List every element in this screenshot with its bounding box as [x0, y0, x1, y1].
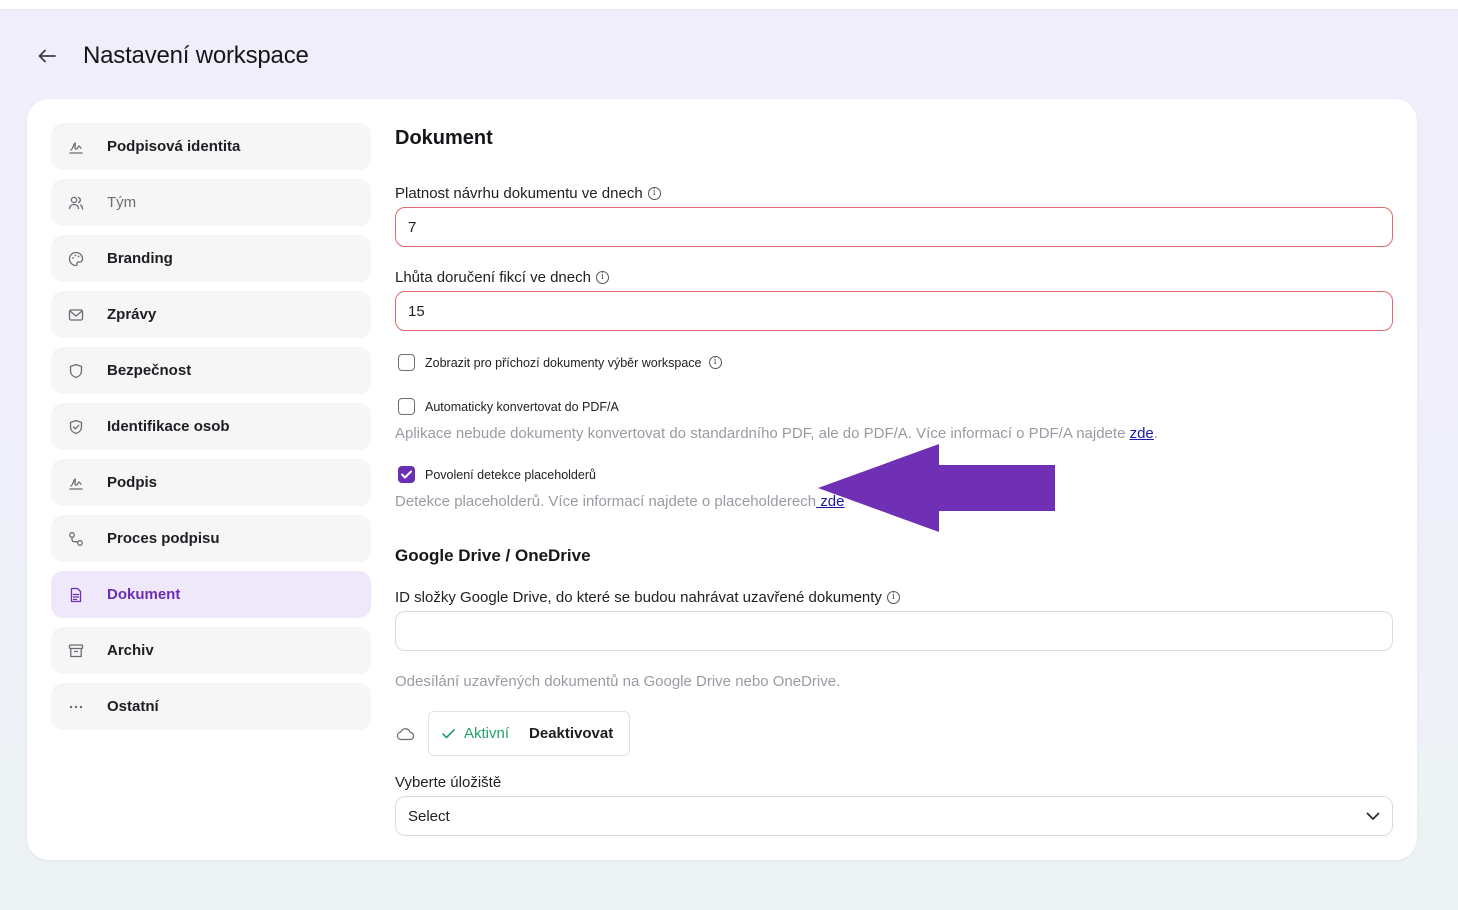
back-button[interactable]: [36, 45, 58, 67]
folder-id-input[interactable]: [395, 611, 1393, 651]
sidebar-item-label: Ostatní: [107, 698, 159, 715]
storage-select[interactable]: Select: [395, 796, 1393, 836]
sidebar-item-dokument[interactable]: Dokument: [51, 571, 371, 618]
shield-icon: [67, 362, 85, 380]
hint-period: .: [1153, 425, 1158, 442]
cloud-hint: Odesílání uzavřených dokumentů na Google…: [395, 673, 841, 690]
placeholder-option: Povolení detekce placeholderů: [398, 466, 596, 483]
convert-pdfa-checkbox[interactable]: [398, 398, 415, 415]
sidebar-item-tym[interactable]: Tým: [51, 179, 371, 226]
sidebar-item-zpravy[interactable]: Zprávy: [51, 291, 371, 338]
delivery-label-text: Lhůta doručení fikcí ve dnech: [395, 269, 591, 286]
placeholder-label: Povolení detekce placeholderů: [425, 467, 596, 482]
active-label: Aktivní: [464, 725, 510, 742]
show-workspace-option: Zobrazit pro příchozí dokumenty výběr wo…: [398, 354, 722, 371]
settings-card: Podpisová identita Tým Branding Zprávy B…: [27, 99, 1417, 860]
convert-pdfa-hint-text: Aplikace nebude dokumenty konvertovat do…: [395, 425, 1130, 442]
cloud-section-title: Google Drive / OneDrive: [395, 546, 591, 565]
active-toggle-option[interactable]: Aktivní: [442, 725, 509, 742]
folder-id-label: ID složky Google Drive, do které se budo…: [395, 589, 900, 606]
sidebar-item-label: Identifikace osob: [107, 418, 230, 435]
storage-label-text: Vyberte úložiště: [395, 774, 502, 791]
show-workspace-checkbox[interactable]: [398, 354, 415, 371]
arrow-left-icon: [38, 49, 56, 63]
more-dots-icon: [67, 698, 85, 716]
page-header: Nastavení workspace: [36, 40, 309, 72]
validity-value: 7: [408, 218, 417, 236]
section-title: Dokument: [395, 127, 493, 149]
page-title: Nastavení workspace: [83, 42, 309, 69]
convert-pdfa-option: Automaticky konvertovat do PDF/A: [398, 398, 619, 415]
convert-pdfa-hint: Aplikace nebude dokumenty konvertovat do…: [395, 425, 1158, 442]
delivery-label: Lhůta doručení fikcí ve dnech i: [395, 269, 609, 286]
placeholder-hint-text: Detekce placeholderů. Více informací naj…: [395, 493, 817, 510]
settings-sidebar: Podpisová identita Tým Branding Zprávy B…: [51, 123, 371, 739]
info-icon[interactable]: i: [886, 591, 900, 604]
cloud-icon: [396, 727, 415, 740]
deactivate-button[interactable]: Deaktivovat: [529, 725, 613, 742]
sidebar-item-proces-podpisu[interactable]: Proces podpisu: [51, 515, 371, 562]
validity-input[interactable]: 7: [395, 207, 1393, 247]
signature-icon: [67, 138, 85, 156]
archive-icon: [67, 642, 85, 660]
sidebar-item-podpis[interactable]: Podpis: [51, 459, 371, 506]
placeholder-checkbox[interactable]: [398, 466, 415, 483]
info-icon[interactable]: i: [647, 187, 661, 200]
delivery-value: 15: [408, 302, 425, 320]
validity-label-text: Platnost návrhu dokumentu ve dnech: [395, 185, 643, 202]
convert-pdfa-label: Automaticky konvertovat do PDF/A: [425, 399, 619, 414]
sidebar-item-bezpecnost[interactable]: Bezpečnost: [51, 347, 371, 394]
palette-icon: [67, 250, 85, 268]
sidebar-item-label: Tým: [107, 194, 137, 211]
signature-icon: [67, 474, 85, 492]
sidebar-item-branding[interactable]: Branding: [51, 235, 371, 282]
check-icon: [401, 470, 412, 479]
sidebar-item-label: Bezpečnost: [107, 362, 192, 379]
shield-check-icon: [67, 418, 85, 436]
check-icon: [442, 728, 455, 738]
mail-icon: [67, 306, 85, 324]
document-icon: [67, 586, 85, 604]
storage-select-value: Select: [408, 807, 450, 825]
placeholder-hint: Detekce placeholderů. Více informací naj…: [395, 493, 844, 510]
sidebar-item-identifikace-osob[interactable]: Identifikace osob: [51, 403, 371, 450]
sidebar-item-label: Podpisová identita: [107, 138, 241, 155]
pdfa-info-link[interactable]: zde: [1130, 425, 1154, 442]
sidebar-item-label: Dokument: [107, 586, 181, 603]
validity-label: Platnost návrhu dokumentu ve dnech i: [395, 185, 661, 202]
chevron-down-icon: [1366, 812, 1380, 820]
cloud-toggle-row: Aktivní Deaktivovat: [395, 711, 630, 756]
info-icon[interactable]: i: [595, 271, 609, 284]
sidebar-item-label: Branding: [107, 250, 173, 267]
sidebar-item-archiv[interactable]: Archiv: [51, 627, 371, 674]
cloud-toggle: Aktivní Deaktivovat: [428, 711, 630, 756]
sidebar-item-label: Zprávy: [107, 306, 157, 323]
delivery-input[interactable]: 15: [395, 291, 1393, 331]
storage-label: Vyberte úložiště: [395, 774, 501, 791]
sidebar-item-podpisova-identita[interactable]: Podpisová identita: [51, 123, 371, 170]
folder-id-label-text: ID složky Google Drive, do které se budo…: [395, 589, 882, 606]
top-bar: [0, 0, 1458, 10]
info-icon[interactable]: i: [708, 356, 722, 369]
sidebar-item-label: Archiv: [107, 642, 154, 659]
sidebar-item-ostatni[interactable]: Ostatní: [51, 683, 371, 730]
users-icon: [67, 194, 85, 212]
show-workspace-label: Zobrazit pro příchozí dokumenty výběr wo…: [425, 355, 702, 370]
annotation-arrow-icon: [818, 444, 1055, 532]
workflow-icon: [67, 530, 85, 548]
sidebar-item-label: Podpis: [107, 474, 158, 491]
sidebar-item-label: Proces podpisu: [107, 530, 220, 547]
